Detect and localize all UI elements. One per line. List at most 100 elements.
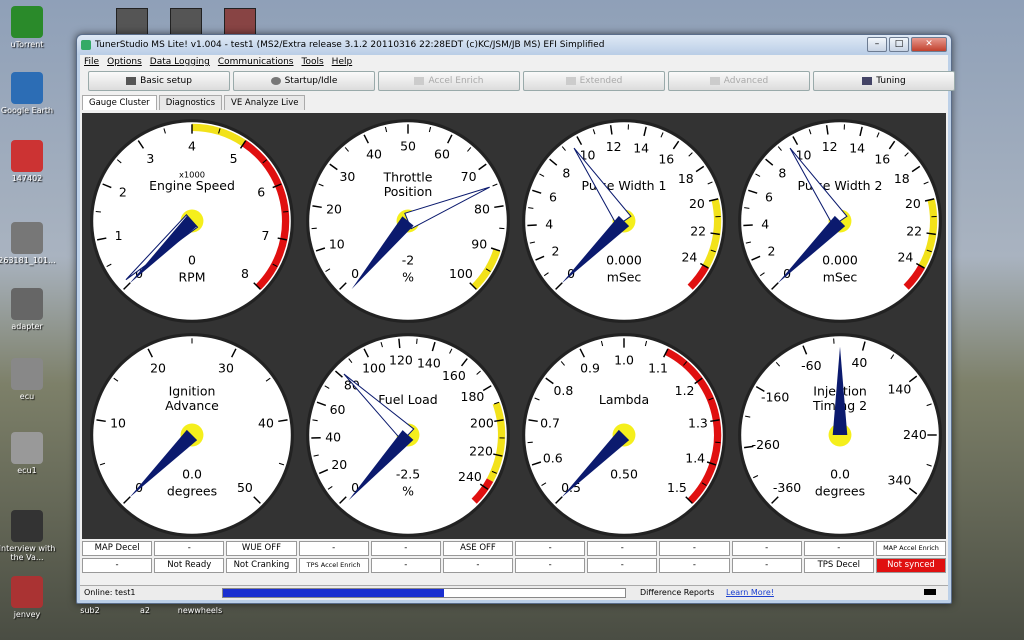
tick-label: 16 bbox=[874, 151, 890, 166]
tick-label: 6 bbox=[765, 189, 773, 204]
tab-gauge-cluster[interactable]: Gauge Cluster bbox=[82, 95, 157, 110]
learn-more-link[interactable]: Learn More! bbox=[726, 586, 774, 600]
thumbnail-icon[interactable] bbox=[170, 8, 202, 36]
basic-setup-button[interactable]: Basic setup bbox=[88, 71, 230, 91]
tick-label: 4 bbox=[761, 217, 769, 232]
tick-label: 0 bbox=[351, 266, 359, 281]
tab-ve-analyze-live[interactable]: VE Analyze Live bbox=[224, 95, 306, 110]
minor-tick bbox=[528, 207, 534, 209]
tick-label: 0.7 bbox=[540, 415, 560, 430]
indicator-row: MAP Decel - WUE OFF - - ASE OFF - - - - - MAP Accel… bbox=[82, 541, 947, 556]
tick-label: 5 bbox=[230, 151, 238, 166]
desktop-icon-label[interactable]: newwheels bbox=[170, 606, 230, 615]
desktop-icon[interactable]: ecu1 bbox=[0, 432, 62, 475]
gauge-title2: Position bbox=[384, 184, 433, 199]
tick-label: 60 bbox=[434, 146, 450, 161]
tick-label: 100 bbox=[449, 266, 473, 281]
status-indicator: - bbox=[82, 558, 153, 573]
tick-label: 30 bbox=[218, 360, 234, 375]
gauge-units: degrees bbox=[167, 483, 217, 498]
file-icon bbox=[11, 510, 43, 542]
menu-help[interactable]: Help bbox=[332, 55, 353, 69]
tick-label: 40 bbox=[258, 415, 274, 430]
menu-tools[interactable]: Tools bbox=[302, 55, 324, 69]
tick-label: 140 bbox=[888, 382, 912, 397]
tick-label: 8 bbox=[562, 165, 570, 180]
desktop-icon[interactable]: 147402 bbox=[0, 140, 62, 183]
desktop-icon[interactable]: 263181_101... bbox=[0, 222, 62, 265]
tick-label: 200 bbox=[470, 415, 494, 430]
advanced-button[interactable]: Advanced bbox=[668, 71, 810, 91]
gauge-units: mSec bbox=[823, 269, 858, 284]
tuning-button[interactable]: Tuning bbox=[813, 71, 955, 91]
desktop-icon-label[interactable]: a2 bbox=[115, 606, 175, 615]
status-indicator: - bbox=[659, 541, 730, 556]
tick-label: 6 bbox=[549, 189, 557, 204]
menu-communications[interactable]: Communications bbox=[218, 55, 294, 69]
tick-label: 4 bbox=[188, 138, 196, 153]
tick-label: 70 bbox=[461, 169, 477, 184]
tick-label: 20 bbox=[905, 196, 921, 211]
file-icon bbox=[11, 432, 43, 464]
tick-label: -260 bbox=[752, 437, 780, 452]
difference-reports-link[interactable]: Difference Reports bbox=[640, 586, 714, 600]
tick-label: 14 bbox=[849, 140, 865, 155]
startup-idle-button[interactable]: Startup/Idle bbox=[233, 71, 375, 91]
window-titlebar[interactable]: TunerStudio MS Lite! v1.004 - test1 (MS2… bbox=[77, 35, 951, 55]
tick-label: 24 bbox=[681, 250, 697, 265]
gauge-title1: Lambda bbox=[599, 392, 649, 407]
tick-label: 1.1 bbox=[648, 360, 668, 375]
desktop-icon[interactable]: ecu bbox=[0, 358, 62, 401]
tick-label: 12 bbox=[822, 139, 838, 154]
accel-enrich-button[interactable]: Accel Enrich bbox=[378, 71, 520, 91]
tick-label: 90 bbox=[471, 236, 487, 251]
extended-button[interactable]: Extended bbox=[523, 71, 665, 91]
tick-label: 20 bbox=[326, 201, 342, 216]
gauge: 024681012141618202224Pulse Width 10.000m… bbox=[522, 119, 726, 323]
menu-options[interactable]: Options bbox=[107, 55, 142, 69]
desktop-icon[interactable]: uTorrent bbox=[0, 6, 62, 49]
tick-label: 1.2 bbox=[675, 383, 695, 398]
status-indicator: - bbox=[370, 541, 441, 556]
status-indicator: - bbox=[587, 558, 658, 573]
tick-label: 0.9 bbox=[580, 360, 600, 375]
desktop-icon[interactable]: jenvey bbox=[0, 576, 62, 619]
gauge-units: % bbox=[402, 483, 414, 498]
tick-label: 4 bbox=[545, 217, 553, 232]
status-indicator: MAP Decel bbox=[82, 541, 153, 556]
tuning-icon bbox=[862, 77, 873, 85]
tick-label: 1 bbox=[115, 228, 123, 243]
thumbnail-icon[interactable] bbox=[224, 8, 256, 36]
file-icon bbox=[11, 358, 43, 390]
progress-fill bbox=[223, 589, 445, 597]
tick-label: 7 bbox=[261, 228, 269, 243]
key-icon bbox=[270, 77, 281, 85]
minimize-button[interactable]: – bbox=[867, 37, 887, 52]
minor-tick bbox=[283, 211, 289, 213]
desktop-icon[interactable]: Google Earth bbox=[0, 72, 62, 115]
maximize-button[interactable]: □ bbox=[889, 37, 909, 52]
gauge: 01020304050IgnitionAdvance0.0degrees bbox=[90, 333, 294, 537]
tick-label: 1.5 bbox=[667, 480, 687, 495]
desktop-icon-label[interactable]: sub2 bbox=[60, 606, 120, 615]
tick-label: 1.0 bbox=[614, 352, 634, 367]
menu-file[interactable]: File bbox=[84, 55, 99, 69]
desktop-icon-label: 263181_101... bbox=[0, 256, 56, 265]
tab-diagnostics[interactable]: Diagnostics bbox=[158, 95, 223, 110]
tick-label: 20 bbox=[689, 196, 705, 211]
gauge: 012345678x1000Engine Speed0RPM bbox=[90, 119, 294, 323]
tick-label: 1.3 bbox=[688, 415, 708, 430]
gauge-title2: Advance bbox=[165, 398, 219, 413]
gauge-units: % bbox=[402, 269, 414, 284]
close-button[interactable]: ✕ bbox=[911, 37, 947, 52]
gauge-title1: Ignition bbox=[169, 383, 216, 398]
desktop-icon[interactable]: Interview with the Va... bbox=[0, 510, 62, 562]
tick-label: 16 bbox=[658, 151, 674, 166]
desktop-icon[interactable]: adapter bbox=[0, 288, 62, 331]
tunerstudio-window: TunerStudio MS Lite! v1.004 - test1 (MS2… bbox=[76, 34, 955, 604]
tick-label: 14 bbox=[633, 140, 649, 155]
menu-data-logging[interactable]: Data Logging bbox=[150, 55, 210, 69]
tick-label: 180 bbox=[461, 389, 485, 404]
tick-label: 340 bbox=[888, 473, 912, 488]
thumbnail-icon[interactable] bbox=[116, 8, 148, 36]
